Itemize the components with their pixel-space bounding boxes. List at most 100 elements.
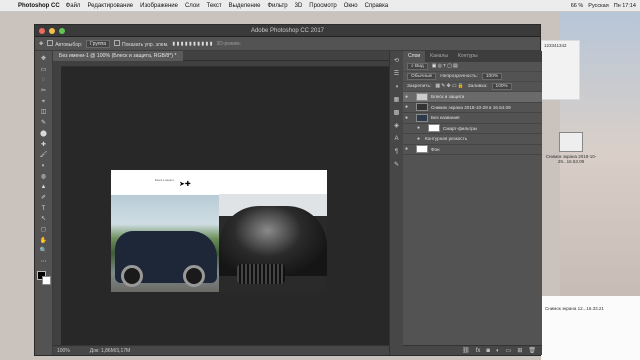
move-tool-icon[interactable]: ✥	[39, 55, 49, 63]
menu-item[interactable]: Изображение	[140, 3, 178, 9]
mask-icon[interactable]: ◙	[486, 348, 490, 354]
styles-icon[interactable]: ◈	[393, 122, 401, 130]
blend-mode-dropdown[interactable]: Обычные	[407, 73, 437, 80]
zoom-tool-icon[interactable]: 🔍	[39, 247, 49, 255]
brush-tool-icon[interactable]: ⬤	[39, 130, 49, 138]
filter-icons[interactable]: ▣ ◎ T ▢ ▤	[432, 64, 458, 69]
adjustment-icon[interactable]: ◐	[496, 348, 500, 354]
menu-item[interactable]: Выделение	[229, 3, 261, 9]
more-tools-icon[interactable]: ⋯	[39, 258, 49, 266]
app-menu[interactable]: Photoshop CC	[18, 3, 60, 9]
color-swatches[interactable]	[36, 270, 51, 285]
align-icons[interactable]: ▮ ▮ ▮ ▮ ▮ ▮ ▮ ▮ ▮ ▮	[172, 41, 212, 47]
hand-tool-icon[interactable]: ✋	[39, 237, 49, 245]
brush-settings-icon[interactable]: ✎	[393, 161, 401, 169]
paragraph-icon[interactable]: ¶	[393, 148, 401, 156]
link-icon[interactable]: ⛓	[462, 347, 470, 354]
eye-icon[interactable]: ●	[417, 125, 425, 131]
history-brush-icon[interactable]: 🖌	[39, 151, 49, 159]
eye-icon[interactable]: ●	[405, 146, 413, 152]
transform-checkbox[interactable]: Показать упр. элем.	[114, 39, 168, 48]
clock[interactable]: Пн 17:14	[614, 3, 636, 9]
character-icon[interactable]: A	[393, 135, 401, 143]
canvas-area[interactable]: Блеск и защита ➤✚	[61, 67, 389, 347]
layer-row[interactable]: ● Блеск и защита	[403, 92, 542, 103]
layer-row[interactable]: ● Контурная резкость	[403, 134, 542, 145]
layer-text: Блеск и защита	[155, 179, 174, 182]
crop-tool-icon[interactable]: ✂	[39, 87, 49, 95]
healing-tool-icon[interactable]: ✎	[39, 119, 49, 127]
menu-item[interactable]: Редактирование	[87, 3, 133, 9]
lock-row: Закрепить: ▦ ✎ ✥ ▭ 🔒 Заливка: 100%	[403, 82, 542, 92]
marquee-tool-icon[interactable]: ▭	[39, 66, 49, 74]
eyedropper-tool-icon[interactable]: ⌖	[39, 98, 49, 106]
toolbox: ✥ ▭ ◌ ✂ ⌖ ◫ ✎ ⬤ ✚ 🖌 ◐ ◍ ▲ ✐ T ↖ ◻ ✋ 🔍 ⋯	[35, 51, 53, 355]
layer-thumbnail	[416, 92, 428, 101]
layer-row[interactable]: ● Без названия	[403, 113, 542, 124]
layers-panel-footer: ⛓ fx ◙ ◐ ▭ ⊞ 🗑	[403, 345, 542, 355]
adjustments-icon[interactable]: ◑	[393, 83, 401, 91]
eye-icon[interactable]: ●	[405, 104, 413, 110]
opacity-input[interactable]: 100%	[481, 73, 503, 80]
car-photo-left	[111, 195, 219, 292]
tab-layers[interactable]: Слои	[403, 51, 426, 62]
menu-item[interactable]: Файл	[66, 3, 81, 9]
menu-item[interactable]: Слои	[185, 3, 200, 9]
layer-row[interactable]: ● Снимок экрана 2018-10-29 в 16.54.09	[403, 103, 542, 113]
lasso-tool-icon[interactable]: ◌	[39, 76, 49, 84]
tab-paths[interactable]: Контуры	[453, 51, 483, 62]
layer-row[interactable]: ● Смарт-фильтры	[403, 124, 542, 134]
desktop-window-text: 123341342	[544, 43, 567, 48]
zoom-level[interactable]: 100%	[57, 348, 70, 354]
folder-icon[interactable]: ▭	[506, 347, 512, 354]
menu-item[interactable]: Фильтр	[267, 3, 287, 9]
menu-item[interactable]: Просмотр	[309, 3, 336, 9]
type-tool-icon[interactable]: T	[39, 205, 49, 213]
history-icon[interactable]: ⟲	[393, 57, 401, 65]
fx-icon[interactable]: fx	[476, 348, 481, 354]
menu-item[interactable]: Справка	[365, 3, 389, 9]
autoselect-checkbox[interactable]: Автовыбор:	[47, 39, 82, 48]
gradient-tool-icon[interactable]: ◍	[39, 173, 49, 181]
path-selection-icon[interactable]: ↖	[39, 215, 49, 223]
frame-tool-icon[interactable]: ◫	[39, 108, 49, 116]
layer-filter-dropdown[interactable]: ⌕ Вид	[407, 63, 428, 70]
autoselect-dropdown[interactable]: Группа	[86, 39, 111, 48]
move-tool-icon[interactable]: ✥	[39, 41, 43, 47]
eraser-tool-icon[interactable]: ◐	[39, 162, 49, 170]
desktop-window-fragment: 123341342	[541, 40, 580, 100]
opacity-label: Непрозрачность:	[440, 74, 478, 79]
blur-tool-icon[interactable]: ▲	[39, 183, 49, 191]
car-grill	[237, 264, 285, 284]
pen-tool-icon[interactable]: ✐	[39, 194, 49, 202]
eye-icon[interactable]: ●	[417, 136, 425, 142]
lock-icons[interactable]: ▦ ✎ ✥ ▭ 🔒	[435, 84, 463, 89]
fill-label: Заливка:	[467, 84, 488, 89]
status-area: 66 % Русская Пн 17:14	[571, 0, 636, 12]
new-layer-icon[interactable]: ⊞	[517, 347, 522, 354]
document-canvas[interactable]: Блеск и защита ➤✚	[111, 170, 327, 292]
fill-input[interactable]: 100%	[491, 83, 512, 90]
battery-label[interactable]: 66 %	[571, 3, 584, 9]
background-color[interactable]	[41, 275, 51, 285]
libraries-icon[interactable]: ▦	[393, 96, 401, 104]
tab-channels[interactable]: Каналы	[425, 51, 453, 62]
language-label[interactable]: Русская	[588, 3, 608, 9]
layer-row[interactable]: ● Фон	[403, 145, 542, 155]
properties-icon[interactable]: ☰	[393, 70, 401, 78]
menu-item[interactable]: 3D	[295, 3, 303, 9]
menu-item[interactable]: Текст	[207, 3, 222, 9]
layer-thumbnail	[416, 103, 428, 112]
eye-icon[interactable]: ●	[405, 94, 413, 100]
shape-tool-icon[interactable]: ◻	[39, 226, 49, 234]
eye-icon[interactable]: ●	[405, 115, 413, 121]
stamp-tool-icon[interactable]: ✚	[39, 141, 49, 149]
doc-size: Док: 1,86M/3,17M	[89, 347, 131, 354]
filter-row: ⌕ Вид ▣ ◎ T ▢ ▤	[403, 62, 542, 72]
swatches-icon[interactable]: ▩	[393, 109, 401, 117]
menu-item[interactable]: Окно	[344, 3, 358, 9]
trash-icon[interactable]: 🗑	[528, 347, 536, 354]
desktop-file[interactable]: Снимок экрана 2018-10-29...16.53.09	[541, 128, 601, 186]
document-tab[interactable]: Без имени-1 @ 100% (Блеск и защита, RGB/…	[53, 51, 183, 61]
layer-name: Блеск и защита	[431, 94, 465, 100]
